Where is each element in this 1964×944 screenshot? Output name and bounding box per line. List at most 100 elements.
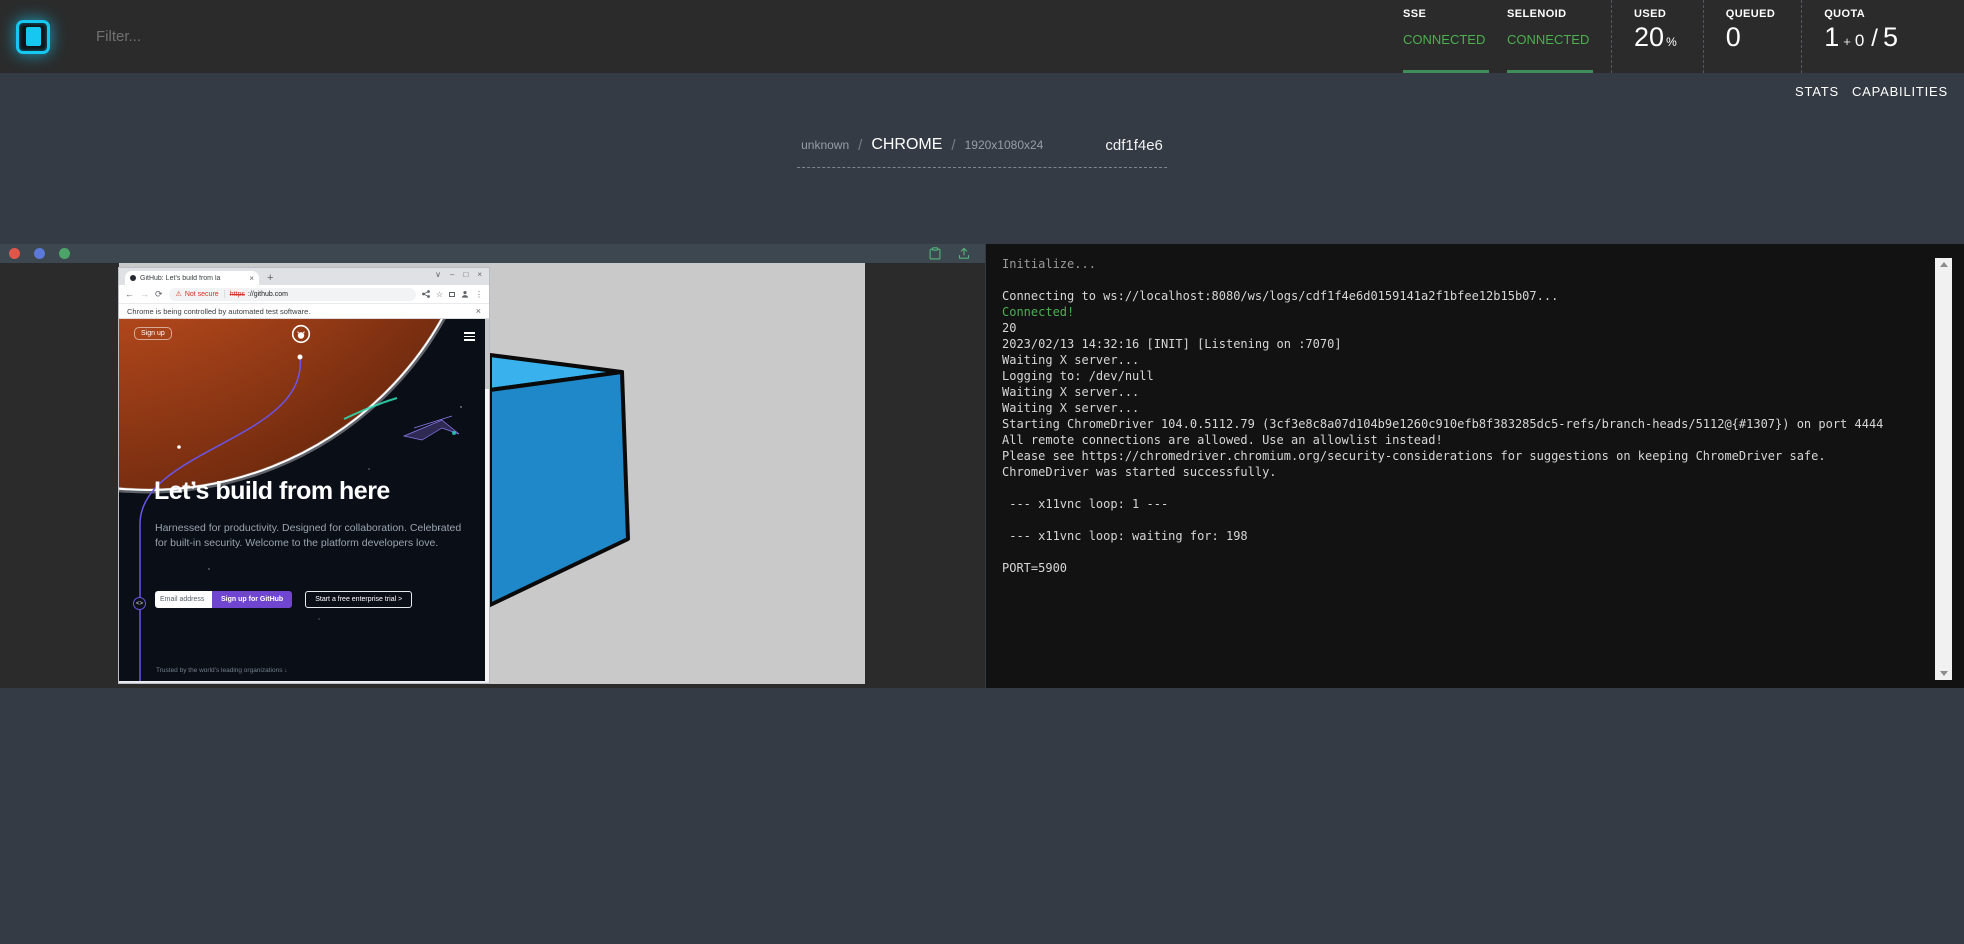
log-line	[1002, 512, 1920, 528]
github-heading: Let’s build from here	[154, 477, 390, 506]
remote-browser-tab[interactable]: GitHub: Let’s build from la ×	[125, 271, 259, 285]
clipboard-icon[interactable]	[929, 247, 941, 260]
github-logo-icon[interactable]	[291, 324, 311, 344]
remote-tab-title: GitHub: Let’s build from la	[140, 275, 245, 282]
session-separator: /	[858, 137, 862, 154]
session-row[interactable]: unknown / CHROME / 1920x1080x24 cdf1f4e6	[797, 136, 1167, 168]
selenoid-status-cell: SELENOID CONNECTED	[1507, 0, 1611, 73]
remote-tab-strip: GitHub: Let’s build from la × + ∨ – □ ×	[119, 268, 489, 285]
log-line	[1002, 480, 1920, 496]
page-scrollbar[interactable]	[485, 319, 489, 681]
session-separator: /	[951, 137, 955, 154]
remote-browser-toolbar: ← → ⟳ ⚠ Not secure https ://github.com	[119, 285, 489, 304]
log-line: PORT=5900	[1002, 560, 1920, 576]
app-logo-inner	[26, 27, 41, 46]
share-upload-icon[interactable]	[958, 247, 970, 260]
log-line: Logging to: /dev/null	[1002, 368, 1920, 384]
automation-infobar: Chrome is being controlled by automated …	[119, 304, 489, 319]
scroll-down-arrow-icon[interactable]	[1940, 671, 1948, 676]
maximize-icon[interactable]: □	[463, 270, 468, 279]
used-label: USED	[1634, 8, 1677, 20]
quota-pending: 0	[1855, 31, 1864, 51]
share-icon[interactable]	[422, 290, 430, 298]
github-footer-text: Trusted by the world’s leading organizat…	[156, 667, 288, 674]
tab-capabilities[interactable]: CAPABILITIES	[1852, 84, 1948, 99]
quota-slash: /	[1871, 25, 1878, 53]
vnc-panel: GitHub: Let’s build from la × + ∨ – □ × …	[0, 244, 985, 688]
vnc-titlebar	[0, 244, 985, 263]
log-scrollbar[interactable]	[1935, 258, 1952, 680]
page-scrollbar-thumb[interactable]	[485, 319, 489, 389]
log-line	[1002, 272, 1920, 288]
log-line: Connecting to ws://localhost:8080/ws/log…	[1002, 288, 1920, 304]
reload-icon[interactable]: ⟳	[155, 289, 163, 300]
omnibox-divider	[224, 290, 225, 298]
minimize-icon[interactable]: –	[450, 270, 454, 279]
log-line: --- x11vnc loop: waiting for: 198	[1002, 528, 1920, 544]
quota-label: QUOTA	[1824, 8, 1898, 20]
selenoid-status-value: CONNECTED	[1507, 32, 1611, 47]
log-line: Connected!	[1002, 304, 1920, 320]
toolbar-actions: ☆ ⋮	[422, 290, 483, 299]
automation-infobar-text: Chrome is being controlled by automated …	[127, 307, 310, 316]
window-minimize-dot[interactable]	[34, 248, 45, 259]
quota-plus: +	[1843, 34, 1851, 49]
back-icon[interactable]: ←	[125, 289, 134, 299]
reading-list-icon[interactable]	[449, 292, 455, 297]
scroll-up-arrow-icon[interactable]	[1940, 262, 1948, 267]
sse-status-value: CONNECTED	[1403, 32, 1507, 47]
sse-label: SSE	[1403, 8, 1507, 20]
forward-icon[interactable]: →	[140, 289, 149, 299]
session-user: unknown	[801, 138, 849, 152]
filter-input[interactable]	[96, 28, 516, 45]
not-secure-label: Not secure	[185, 291, 219, 298]
queued-cell: QUEUED 0	[1703, 0, 1801, 73]
hamburger-menu-icon[interactable]	[464, 332, 475, 343]
queued-value: 0	[1726, 22, 1741, 53]
log-line: Initialize...	[1002, 256, 1920, 272]
cube-3d-graphic	[488, 351, 632, 609]
window-close-dot[interactable]	[9, 248, 20, 259]
view-tabs: STATS CAPABILITIES	[1795, 84, 1948, 99]
bookmark-star-icon[interactable]: ☆	[436, 290, 443, 299]
close-icon[interactable]: ×	[477, 270, 482, 279]
code-bracket-icon: <>	[133, 597, 146, 610]
github-page: Sign up Let’s build from here Harnessed …	[119, 319, 489, 681]
sse-status-cell: SSE CONNECTED	[1403, 0, 1507, 73]
log-line: Starting ChromeDriver 104.0.5112.79 (3cf…	[1002, 416, 1920, 432]
browser-menu-icon[interactable]: ⋮	[475, 290, 483, 299]
log-line: --- x11vnc loop: 1 ---	[1002, 496, 1920, 512]
signup-for-github-button[interactable]: Sign up for GitHub	[212, 591, 292, 608]
github-subtext: Harnessed for productivity. Designed for…	[155, 521, 469, 550]
used-cell: USED 20 %	[1611, 0, 1703, 73]
app-logo-icon[interactable]	[16, 20, 50, 54]
new-tab-icon[interactable]: +	[267, 272, 273, 284]
log-line	[1002, 544, 1920, 560]
log-line: 20	[1002, 320, 1920, 336]
window-fullscreen-dot[interactable]	[59, 248, 70, 259]
log-line: All remote connections are allowed. Use …	[1002, 432, 1920, 448]
warning-icon: ⚠	[176, 290, 182, 298]
tab-stats[interactable]: STATS	[1795, 84, 1839, 99]
session-resolution: 1920x1080x24	[965, 138, 1044, 152]
tab-close-icon[interactable]: ×	[249, 274, 254, 283]
profile-avatar-icon[interactable]	[461, 290, 469, 298]
session-log-panel: Initialize... Connecting to ws://localho…	[986, 244, 1964, 688]
queued-label: QUEUED	[1726, 8, 1775, 20]
url-protocol: https	[230, 291, 245, 298]
infobar-close-icon[interactable]: ×	[476, 306, 481, 316]
enterprise-trial-button[interactable]: Start a free enterprise trial >	[305, 591, 412, 608]
log-line: ChromeDriver was started successfully.	[1002, 464, 1920, 480]
email-field[interactable]: Email address	[155, 591, 212, 608]
quota-current: 1	[1824, 22, 1839, 53]
used-unit: %	[1666, 35, 1677, 49]
chevron-down-icon[interactable]: ∨	[435, 270, 441, 279]
vnc-screen[interactable]: GitHub: Let’s build from la × + ∨ – □ × …	[119, 263, 865, 684]
session-id-link[interactable]: cdf1f4e6	[1105, 137, 1163, 154]
log-lines: Initialize... Connecting to ws://localho…	[1002, 256, 1920, 576]
address-bar[interactable]: ⚠ Not secure https ://github.com	[169, 288, 416, 301]
log-line: Waiting X server...	[1002, 384, 1920, 400]
github-signup-button[interactable]: Sign up	[134, 327, 172, 340]
selenoid-label: SELENOID	[1507, 8, 1611, 20]
window-bottom-frame	[119, 681, 489, 683]
